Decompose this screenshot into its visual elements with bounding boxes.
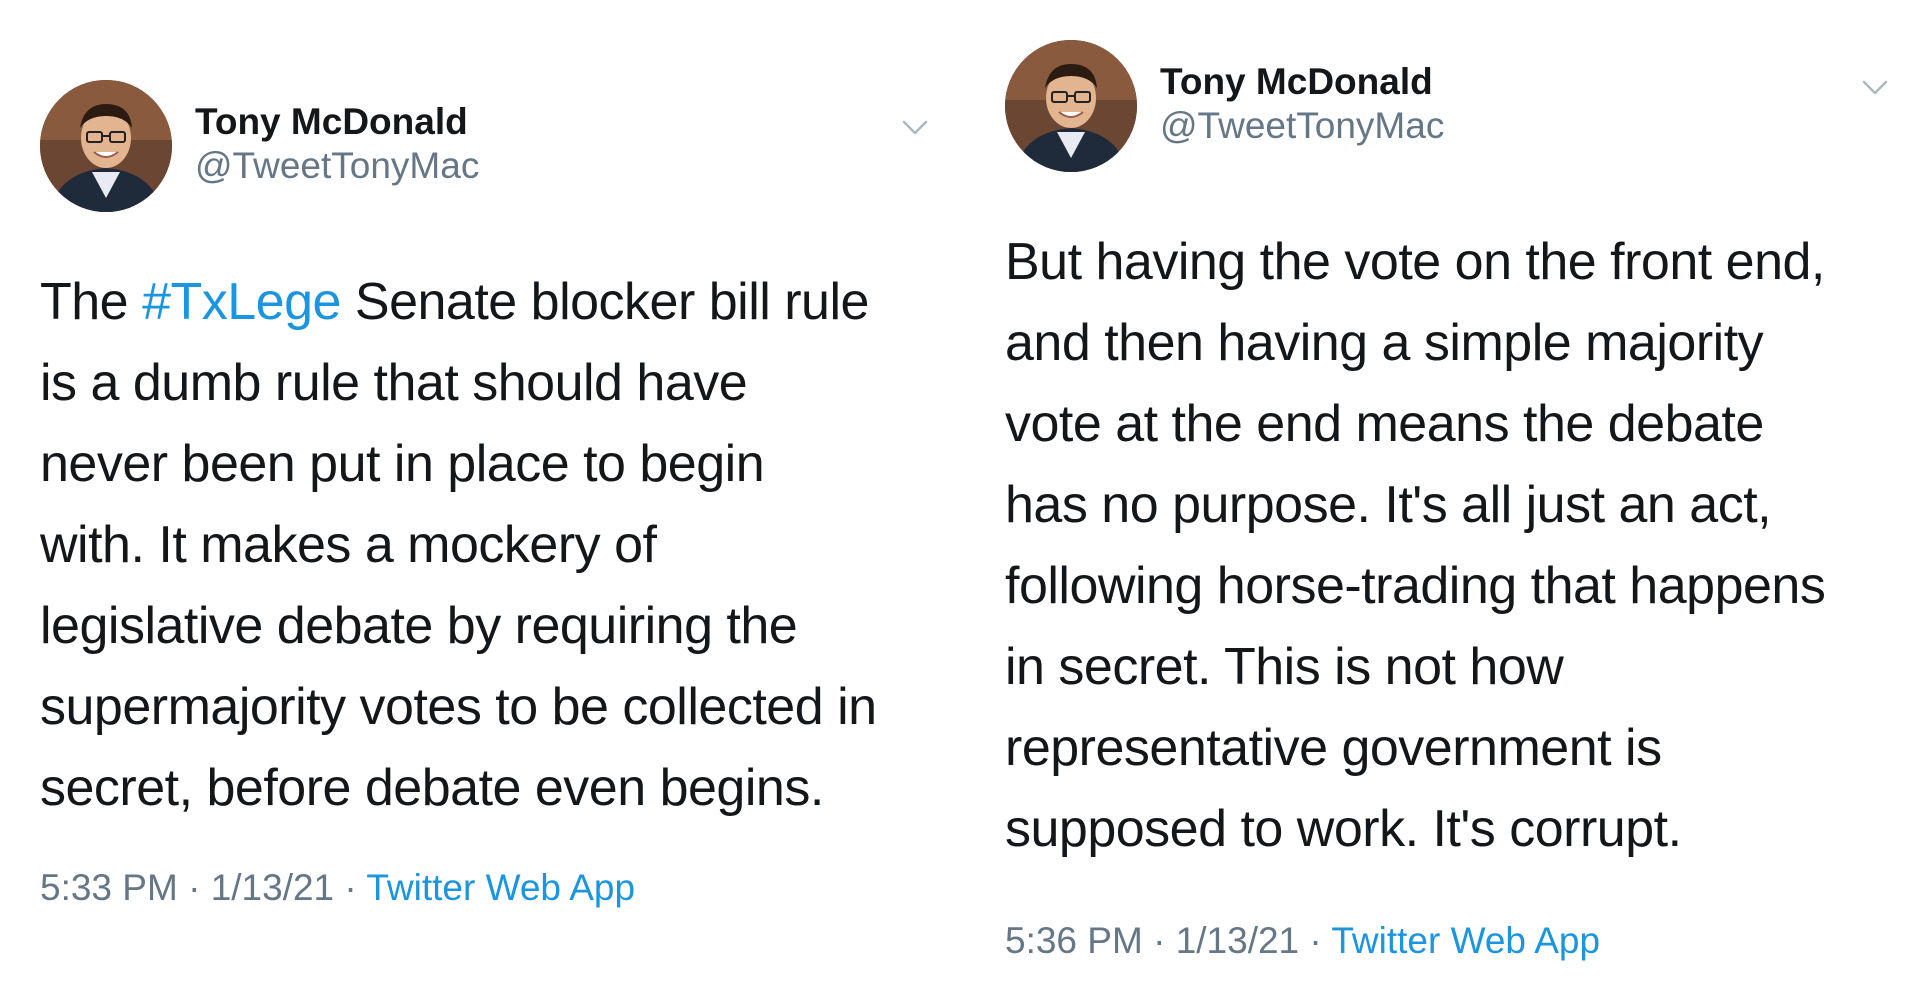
tweet-source-link[interactable]: Twitter Web App [366,867,635,908]
user-handle[interactable]: @TweetTonyMac [1160,104,1444,148]
tweet-text-line: supermajority votes to be collected in [40,678,877,736]
tweet-source-link[interactable]: Twitter Web App [1331,920,1600,961]
tweet-text: The #TxLege Senate blocker bill rule is … [40,262,940,829]
tweet-text-line: in secret. This is not how [1005,638,1564,696]
display-name[interactable]: Tony McDonald [1160,60,1444,104]
chevron-down-icon[interactable] [898,110,932,144]
author-names: Tony McDonald @TweetTonyMac [1160,60,1444,148]
tweet-text-line: representative government is [1005,719,1662,777]
tweet-time[interactable]: 5:33 PM [40,867,178,908]
tweet-text-line: supposed to work. It's corrupt. [1005,800,1682,858]
tweet-time[interactable]: 5:36 PM [1005,920,1143,961]
tweet-text-line: and then having a simple majority [1005,314,1764,372]
avatar-image [1005,40,1137,172]
tweet-text-line: legislative debate by requiring the [40,597,798,655]
tweet-text-line: with. It makes a mockery of [40,516,657,574]
tweet-card: Tony McDonald @TweetTonyMac But having t… [1005,40,1905,980]
tweet-meta: 5:36 PM · 1/13/21 · Twitter Web App [1005,920,1905,962]
tweet-text-line: is a dumb rule that should have [40,354,748,412]
tweet-text-line: has no purpose. It's all just an act, [1005,476,1772,534]
tweet-text-line: But having the vote on the front end, [1005,233,1825,291]
chevron-down-icon[interactable] [1858,70,1892,104]
meta-separator: · [334,867,367,908]
meta-separator: · [1299,920,1332,961]
tweet-text-line: never been put in place to begin [40,435,765,493]
tweet-card: Tony McDonald @TweetTonyMac The #TxLege … [40,80,940,980]
tweet-header: Tony McDonald @TweetTonyMac [1005,40,1905,172]
avatar[interactable] [1005,40,1137,172]
tweet-text: But having the vote on the front end, an… [1005,222,1905,870]
avatar-image [40,80,172,212]
tweet-text-line: secret, before debate even begins. [40,759,824,817]
hashtag-link[interactable]: #TxLege [142,273,341,331]
tweet-text-line: vote at the end means the debate [1005,395,1764,453]
text-segment: The [40,273,143,331]
tweet-text-line: The #TxLege Senate blocker bill rule [40,262,940,343]
meta-separator: · [177,867,211,908]
tweet-header: Tony McDonald @TweetTonyMac [40,80,940,212]
user-handle[interactable]: @TweetTonyMac [195,144,479,188]
display-name[interactable]: Tony McDonald [195,100,479,144]
meta-separator: · [1142,920,1176,961]
text-segment: Senate blocker bill rule [340,273,870,331]
tweet-date[interactable]: 1/13/21 [1176,920,1299,961]
author-names: Tony McDonald @TweetTonyMac [195,100,479,188]
avatar[interactable] [40,80,172,212]
tweet-meta: 5:33 PM · 1/13/21 · Twitter Web App [40,867,940,909]
tweet-date[interactable]: 1/13/21 [211,867,334,908]
tweet-text-line: following horse-trading that happens [1005,557,1826,615]
